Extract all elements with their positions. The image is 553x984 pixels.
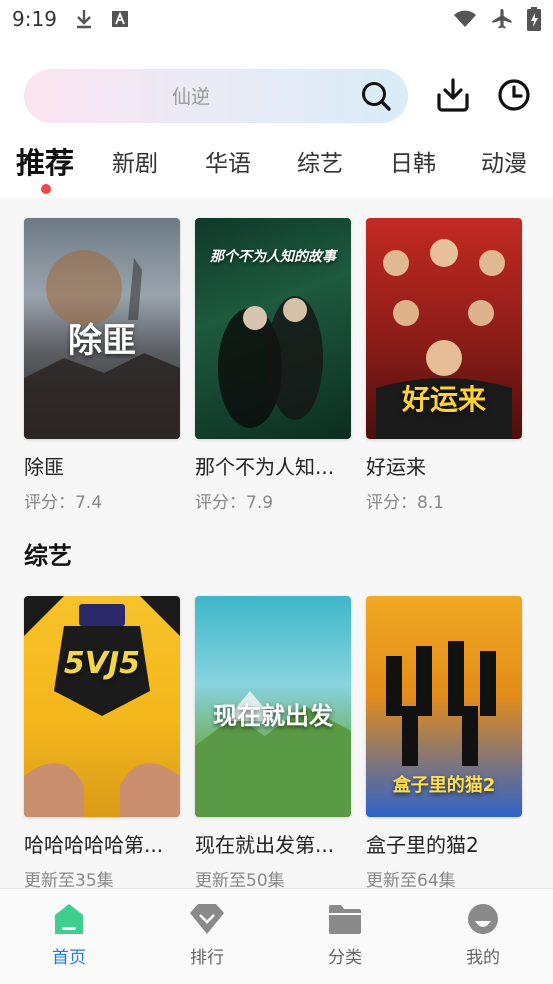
profile-icon <box>438 903 528 935</box>
variety-update: 更新至35集 <box>24 871 114 888</box>
active-tab-indicator <box>41 184 51 194</box>
bottom-navigation: 首页 排行 分类 我的 <box>0 888 553 984</box>
variety-update: 更新至64集 <box>366 871 456 888</box>
battery-icon <box>527 7 541 31</box>
tab-chinese[interactable]: 华语 <box>205 144 251 178</box>
nav-label: 首页 <box>52 948 86 968</box>
variety-card[interactable]: 5VJ5 哈哈哈哈哈第... 更新至35集 <box>24 596 180 888</box>
poster-image[interactable]: 好运来 <box>366 218 522 439</box>
movie-rating: 评分：8.1 <box>366 493 445 513</box>
variety-update: 更新至50集 <box>195 871 285 888</box>
movie-title: 那个不为人知... <box>195 455 335 479</box>
nav-profile[interactable]: 我的 <box>438 903 528 968</box>
section-title-variety: 综艺 <box>24 542 72 570</box>
tab-variety[interactable]: 综艺 <box>297 144 343 178</box>
poster-image[interactable]: 除匪 <box>24 218 180 439</box>
poster-title: 盒子里的猫2 <box>392 775 496 796</box>
airplane-mode-icon <box>491 8 513 30</box>
movie-title: 除匪 <box>24 455 64 479</box>
download-status-icon <box>75 9 93 29</box>
status-bar: 9:19 <box>0 0 553 38</box>
poster-title: 5VJ5 <box>63 646 141 681</box>
poster-image[interactable]: 盒子里的猫2 <box>366 596 522 817</box>
tab-anime[interactable]: 动漫 <box>481 144 527 178</box>
poster-title: 除匪 <box>68 321 136 361</box>
search-input[interactable]: 仙逆 <box>24 68 408 123</box>
content-area[interactable]: 除匪 除匪 评分：7.4 那个不为人知的故事 那个不为人知... 评分：7.9 <box>0 198 553 888</box>
search-icon[interactable] <box>360 80 392 116</box>
poster-title: 现在就出发 <box>213 702 333 730</box>
home-icon <box>24 903 114 935</box>
tab-new-drama[interactable]: 新剧 <box>112 144 158 178</box>
rank-icon <box>162 903 252 935</box>
variety-title: 现在就出发第... <box>195 833 335 857</box>
movie-card[interactable]: 那个不为人知的故事 那个不为人知... 评分：7.9 <box>195 218 351 513</box>
wifi-icon <box>453 10 477 28</box>
nav-label: 排行 <box>190 948 224 968</box>
movie-card[interactable]: 除匪 除匪 评分：7.4 <box>24 218 180 513</box>
nav-label: 分类 <box>328 948 362 968</box>
movie-rating: 评分：7.9 <box>195 493 274 513</box>
nav-home[interactable]: 首页 <box>24 903 114 968</box>
folder-icon <box>300 903 390 935</box>
history-clock-icon[interactable] <box>496 77 532 117</box>
poster-title: 那个不为人知的故事 <box>210 249 336 265</box>
download-icon[interactable] <box>435 77 471 117</box>
variety-card[interactable]: 盒子里的猫2 盒子里的猫2 更新至64集 <box>366 596 522 888</box>
poster-image[interactable]: 那个不为人知的故事 <box>195 218 351 439</box>
variety-title: 盒子里的猫2 <box>366 833 479 857</box>
poster-title: 好运来 <box>401 383 486 416</box>
tab-recommend[interactable]: 推荐 <box>16 140 74 182</box>
poster-image[interactable]: 5VJ5 <box>24 596 180 817</box>
movie-rating: 评分：7.4 <box>24 493 103 513</box>
nav-category[interactable]: 分类 <box>300 903 390 968</box>
nav-label: 我的 <box>466 948 500 968</box>
category-tabs: 推荐 新剧 华语 综艺 日韩 动漫 <box>0 138 553 198</box>
variety-title: 哈哈哈哈哈第... <box>24 833 164 857</box>
variety-card[interactable]: 现在就出发 现在就出发第... 更新至50集 <box>195 596 351 888</box>
status-time: 9:19 <box>12 7 57 31</box>
app-notification-icon <box>111 10 129 28</box>
movie-title: 好运来 <box>366 455 426 479</box>
tab-japan-korea[interactable]: 日韩 <box>390 144 436 178</box>
nav-rank[interactable]: 排行 <box>162 903 252 968</box>
search-row: 仙逆 <box>24 68 534 123</box>
poster-image[interactable]: 现在就出发 <box>195 596 351 817</box>
search-placeholder: 仙逆 <box>172 86 211 108</box>
movie-card[interactable]: 好运来 好运来 评分：8.1 <box>366 218 522 513</box>
